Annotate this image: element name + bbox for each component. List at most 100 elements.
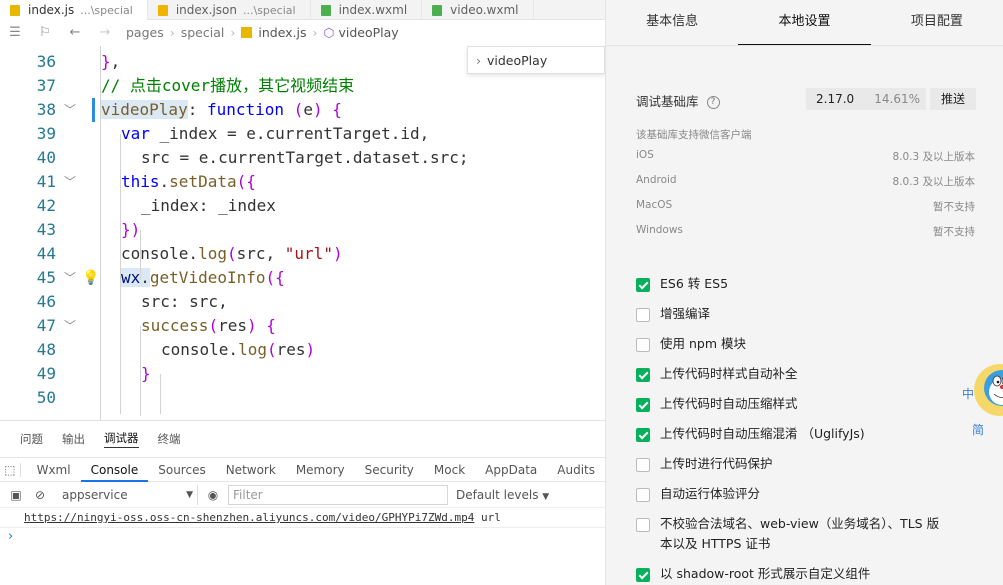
- devtools-tab-mock[interactable]: Mock: [424, 458, 475, 482]
- devtools-tab-memory[interactable]: Memory: [286, 458, 355, 482]
- editor-tab-0[interactable]: index.js ...\special: [0, 0, 148, 20]
- code-line[interactable]: 46 src: src,: [0, 290, 605, 314]
- tab-project-config[interactable]: 项目配置: [871, 0, 1003, 45]
- outline-peek[interactable]: › videoPlay: [467, 46, 605, 74]
- devtools-tab-console[interactable]: Console: [80, 458, 149, 482]
- code-text: // 点击cover播放，其它视频结束: [101, 76, 355, 95]
- option-checkbox[interactable]: [636, 398, 650, 412]
- tab-name: video.wxml: [450, 3, 519, 17]
- fold-chevron-icon[interactable]: ﹀: [64, 314, 76, 338]
- eye-icon[interactable]: ◉: [198, 488, 228, 502]
- sidebar-toggle-icon[interactable]: ▣: [4, 488, 28, 502]
- devtools-tab-appdata[interactable]: AppData: [475, 458, 547, 482]
- levels-select[interactable]: Default levels ▼: [456, 488, 549, 502]
- chevron-right-icon: ›: [312, 24, 318, 40]
- code-line[interactable]: 39 var _index = e.currentTarget.id,: [0, 122, 605, 146]
- list-icon[interactable]: ☰: [0, 25, 30, 40]
- bookmark-icon[interactable]: ⚐: [30, 25, 60, 40]
- tab-local-settings[interactable]: 本地设置: [738, 0, 871, 45]
- tab-debugger[interactable]: 调试器: [104, 430, 139, 448]
- code-editor[interactable]: 36}, 37 // 点击cover播放，其它视频结束 38 ﹀ videoPlay: f…: [0, 46, 605, 420]
- file-icon: [10, 4, 20, 16]
- code-line[interactable]: 44 console.log(src, "url"): [0, 242, 605, 266]
- tab-path: ...\special: [243, 3, 296, 17]
- lightbulb-icon[interactable]: 💡: [82, 266, 99, 290]
- tab-name: index.json: [175, 3, 237, 17]
- chevron-right-icon: ›: [476, 52, 481, 68]
- settings-pane: 基本信息 本地设置 项目配置 调试基础库 ? 2.17.0 14.61% 推送 …: [605, 0, 1003, 585]
- devtools-tab-sources[interactable]: Sources: [148, 458, 215, 482]
- log-url-link[interactable]: https://ningyi-oss.oss-cn-shenzhen.aliyu…: [24, 511, 474, 524]
- tab-problems[interactable]: 问题: [20, 431, 43, 447]
- editor-tabs: index.js ...\special index.json ...\special…: [0, 0, 605, 20]
- fold-chevron-icon[interactable]: ﹀: [64, 170, 76, 194]
- code-line[interactable]: 43}): [0, 218, 605, 242]
- fold-chevron-icon[interactable]: ﹀: [64, 98, 76, 122]
- editor-tab-3[interactable]: video.wxml: [422, 0, 534, 20]
- option-label: 上传代码时样式自动补全: [660, 366, 798, 381]
- forward-arrow-icon[interactable]: →: [90, 25, 120, 40]
- option-label-cont: 本以及 HTTPS 证书: [660, 536, 771, 551]
- code-line[interactable]: 41 ﹀ this.setData({: [0, 170, 605, 194]
- option-checkbox[interactable]: [636, 308, 650, 322]
- fold-chevron-icon[interactable]: ﹀: [64, 266, 76, 290]
- code-line[interactable]: 42 _index: _index: [0, 194, 605, 218]
- clear-console-icon[interactable]: ⊘: [28, 488, 52, 502]
- indent-guide: [160, 374, 161, 414]
- code-line[interactable]: 49}: [0, 362, 605, 386]
- filter-input[interactable]: Filter: [228, 484, 448, 505]
- tab-name: index.js: [28, 3, 75, 17]
- code-text: }): [121, 220, 141, 239]
- breadcrumb-item-file[interactable]: index.js: [258, 25, 306, 40]
- mascot-char-2: 简: [972, 423, 984, 437]
- push-button[interactable]: 推送: [930, 88, 976, 110]
- code-line[interactable]: 37 // 点击cover播放，其它视频结束: [0, 74, 605, 98]
- line-number: 49: [36, 364, 56, 383]
- option-checkbox[interactable]: [636, 488, 650, 502]
- code-text: console.log(res): [161, 340, 316, 359]
- option-checkbox[interactable]: [636, 368, 650, 382]
- tab-output[interactable]: 输出: [62, 431, 85, 447]
- help-icon[interactable]: ?: [706, 96, 720, 109]
- code-line[interactable]: 48 console.log(res): [0, 338, 605, 362]
- platform-name: MacOS: [636, 199, 673, 211]
- back-arrow-icon[interactable]: ←: [60, 25, 90, 40]
- breadcrumb-item-pages[interactable]: pages: [126, 25, 164, 40]
- option-checkbox[interactable]: [636, 568, 650, 582]
- code-line[interactable]: 45 ﹀ 💡 wx.getVideoInfo({: [0, 266, 605, 290]
- devtools-tab-audits[interactable]: Audits: [547, 458, 605, 482]
- log-suffix: url: [480, 511, 501, 524]
- context-select[interactable]: appservice ▼: [58, 484, 198, 505]
- option-checkbox[interactable]: [636, 278, 650, 292]
- editor-tab-1[interactable]: index.json ...\special: [148, 0, 311, 20]
- tab-name: index.wxml: [338, 3, 408, 17]
- code-line[interactable]: 40 src = e.currentTarget.dataset.src;: [0, 146, 605, 170]
- option-checkbox[interactable]: [636, 518, 650, 532]
- code-line[interactable]: 47 ﹀ success(res) {: [0, 314, 605, 338]
- line-number: 46: [36, 292, 56, 311]
- tab-path: ...\special: [80, 3, 133, 17]
- platform-name: iOS: [636, 149, 654, 161]
- chevron-right-icon: ›: [169, 24, 175, 40]
- option-checkbox[interactable]: [636, 428, 650, 442]
- line-number: 47: [36, 316, 56, 335]
- devtools-tab-network[interactable]: Network: [216, 458, 286, 482]
- inspect-element-icon[interactable]: ⬚: [0, 462, 21, 477]
- tab-terminal[interactable]: 终端: [158, 431, 181, 447]
- debug-lib-select[interactable]: 2.17.0 14.61%: [806, 88, 926, 110]
- editor-tab-2[interactable]: index.wxml: [311, 0, 423, 20]
- console-log-line: https://ningyi-oss.oss-cn-shenzhen.aliyu…: [0, 508, 605, 528]
- breadcrumb-item-special[interactable]: special: [181, 25, 225, 40]
- breadcrumb-item-method[interactable]: videoPlay: [338, 25, 398, 40]
- tab-basic-info[interactable]: 基本信息: [606, 0, 738, 45]
- option-label: 上传代码时自动压缩样式: [660, 396, 798, 411]
- option-checkbox[interactable]: [636, 458, 650, 472]
- devtools-tab-security[interactable]: Security: [355, 458, 424, 482]
- option-checkbox[interactable]: [636, 338, 650, 352]
- code-line[interactable]: 38 ﹀ videoPlay: function (e) {: [0, 98, 605, 122]
- code-line[interactable]: 50: [0, 386, 605, 410]
- devtools-tab-wxml[interactable]: Wxml: [27, 458, 81, 482]
- panel-tabs: 问题 输出 调试器 终端: [0, 421, 605, 457]
- console-prompt-icon[interactable]: ›: [8, 529, 13, 544]
- debug-lib-version: 2.17.0: [816, 92, 855, 106]
